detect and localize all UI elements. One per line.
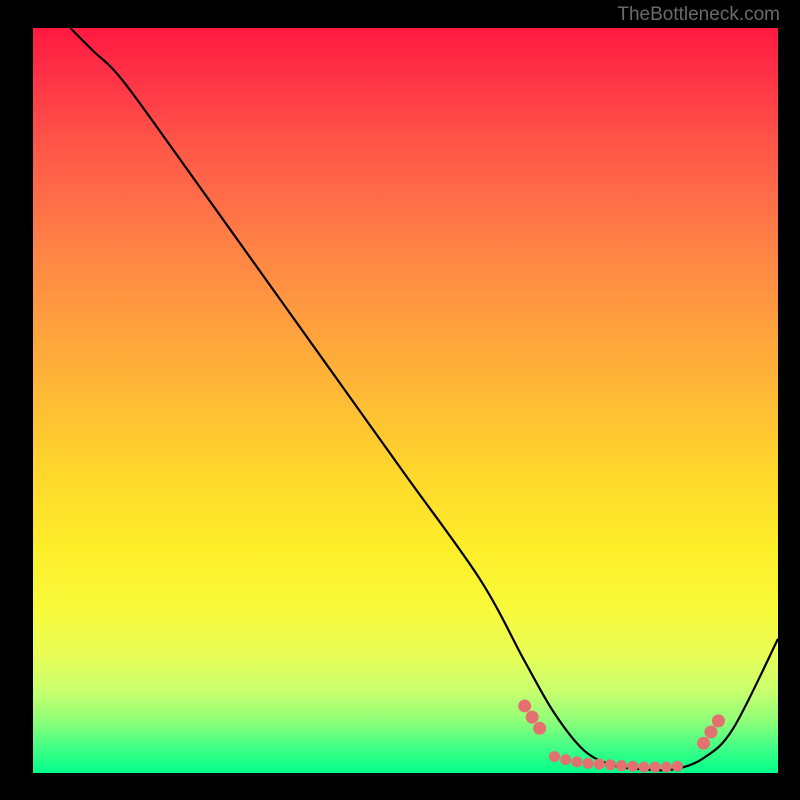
marker-dot	[638, 762, 649, 773]
marker-dot	[650, 762, 661, 773]
bottleneck-curve	[70, 28, 778, 770]
chart-svg	[33, 28, 778, 773]
marker-dot	[627, 761, 638, 772]
attribution-label: TheBottleneck.com	[617, 4, 780, 26]
marker-dot	[549, 751, 560, 762]
marker-dot	[712, 714, 725, 727]
marker-dot	[661, 762, 672, 773]
marker-dot	[616, 760, 627, 771]
chart-plot-area	[33, 28, 778, 773]
marker-dot	[594, 759, 605, 770]
marker-dot	[571, 756, 582, 767]
marker-dot	[526, 711, 539, 724]
marker-dot	[518, 699, 531, 712]
marker-dot	[704, 726, 717, 739]
marker-dot	[560, 754, 571, 765]
marker-dot	[672, 761, 683, 772]
marker-dot	[605, 759, 616, 770]
marker-dot	[697, 737, 710, 750]
highlighted-markers	[518, 699, 725, 772]
marker-dot	[533, 722, 546, 735]
marker-dot	[583, 758, 594, 769]
